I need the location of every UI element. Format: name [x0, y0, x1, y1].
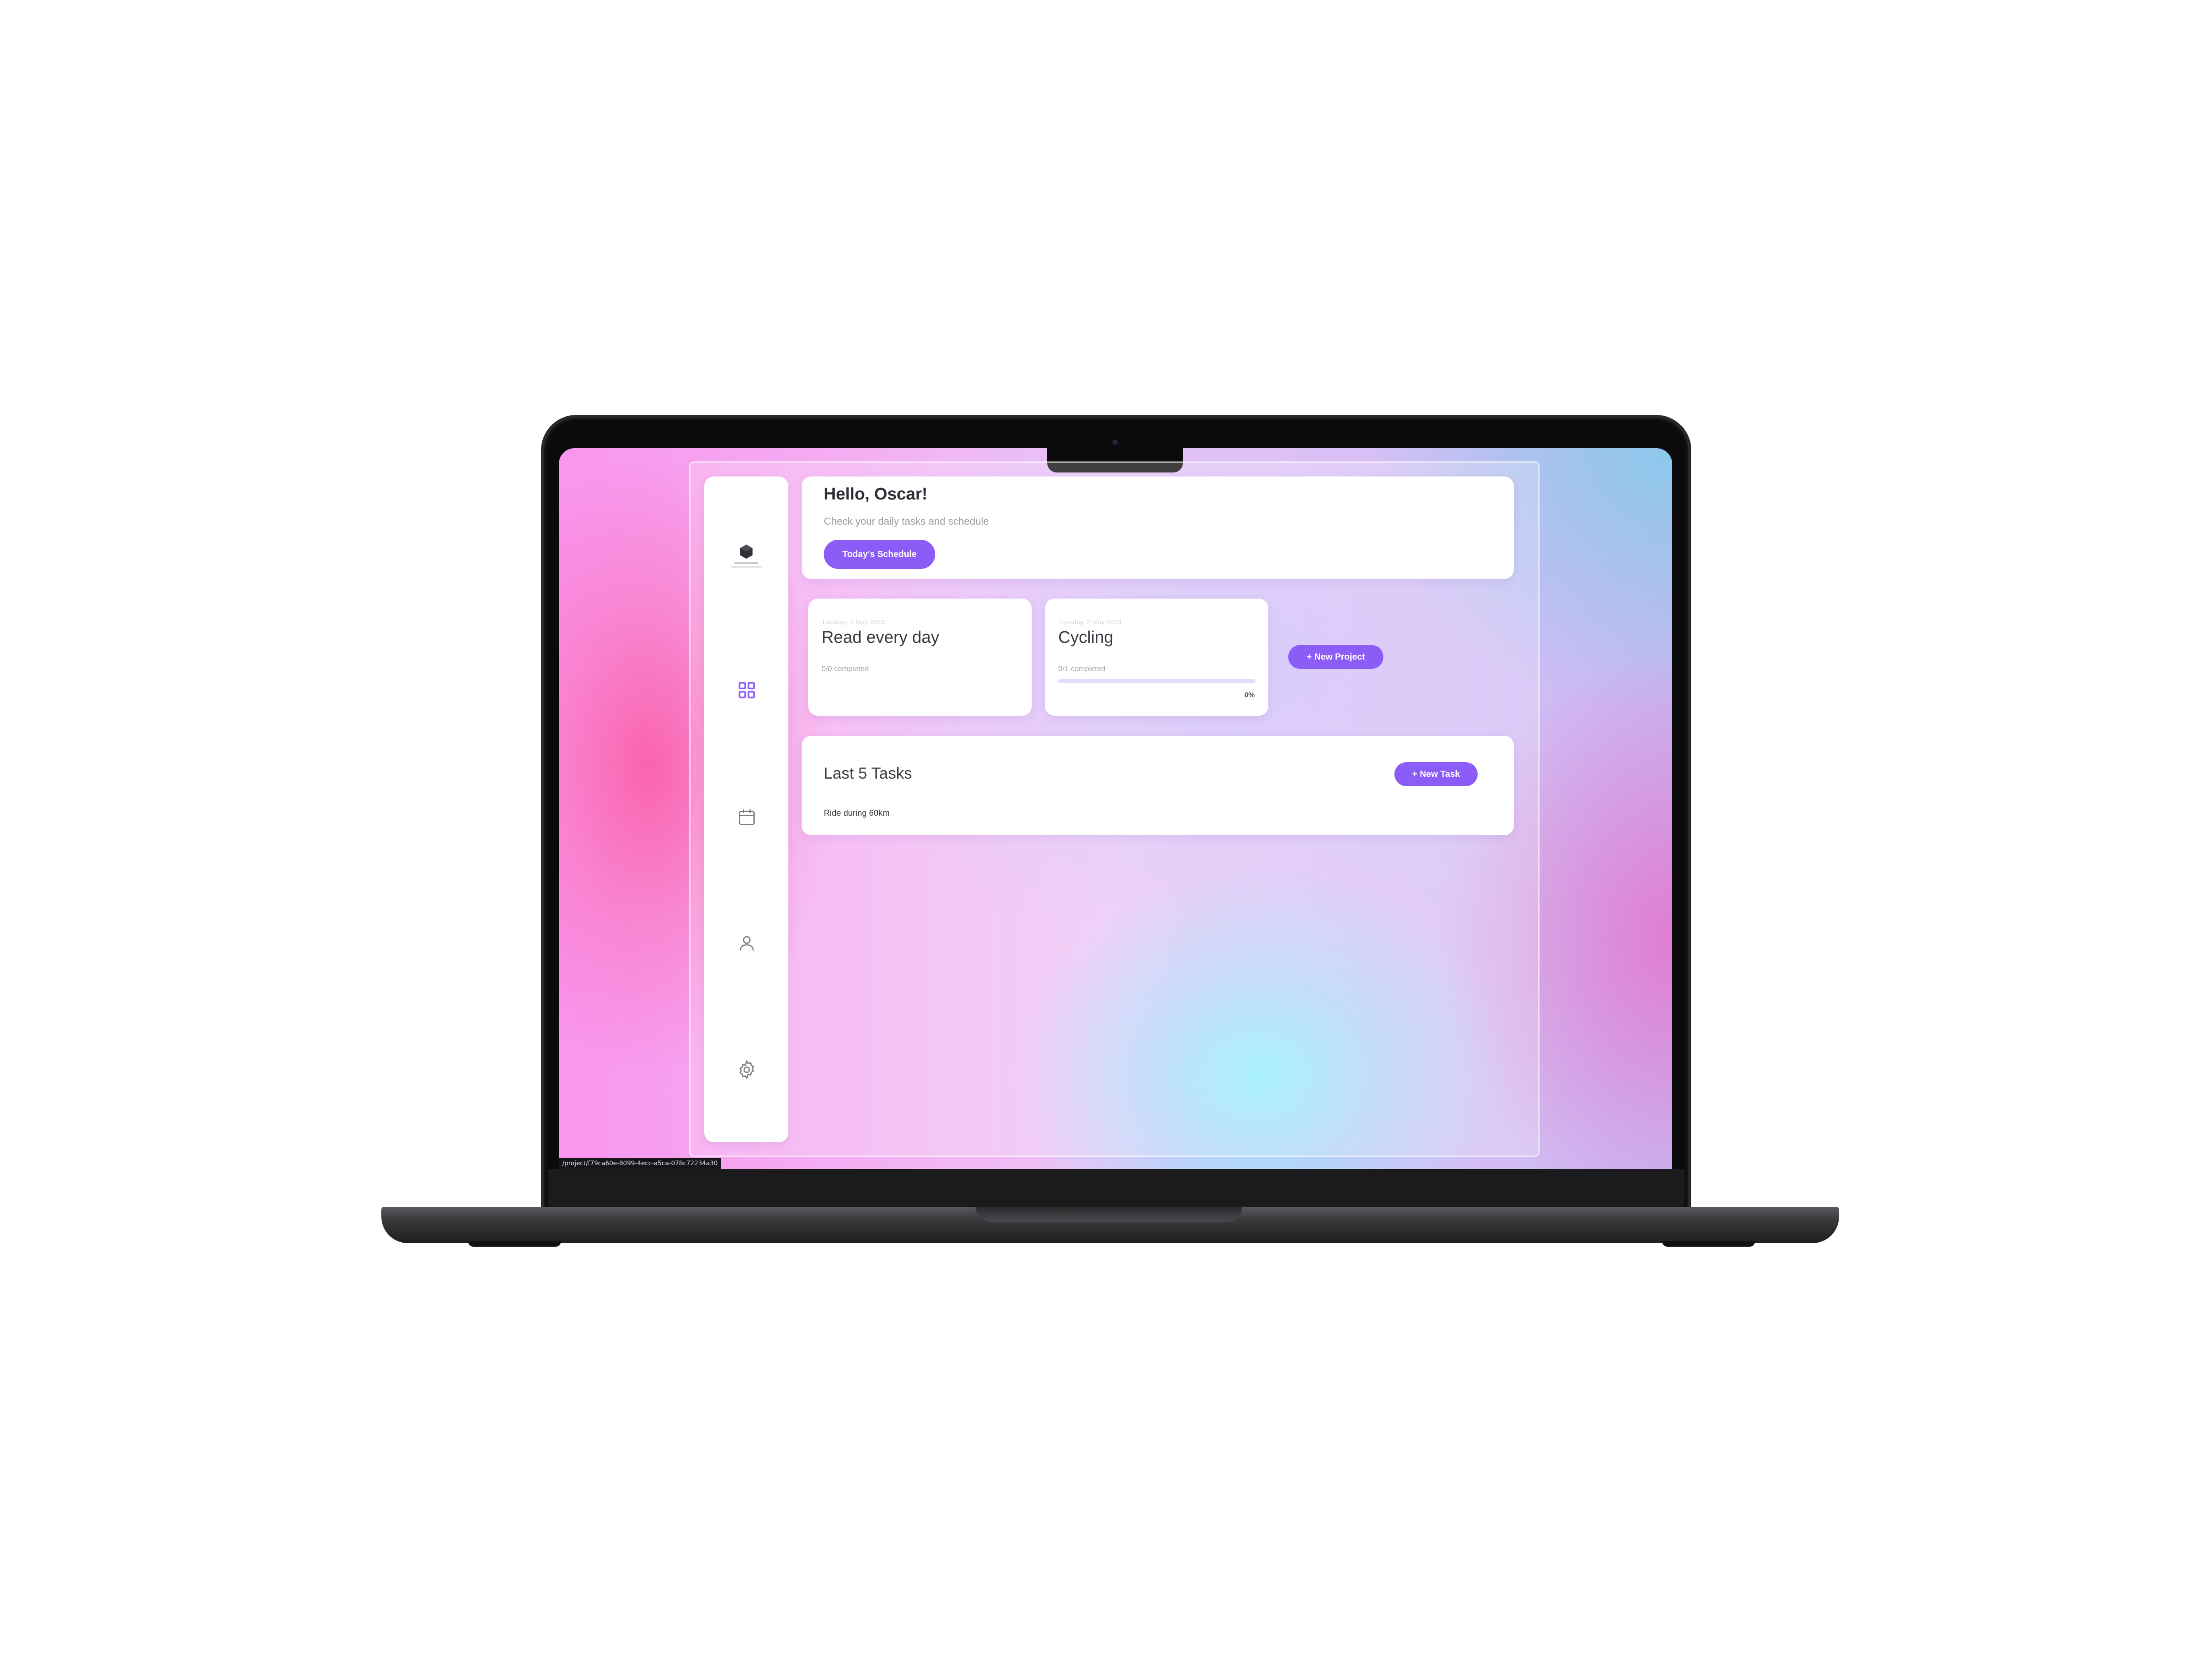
logo-wordmark [734, 562, 758, 564]
project-title: Cycling [1058, 628, 1114, 647]
camera-icon [1113, 440, 1118, 445]
hexagon-logo-icon[interactable] [740, 544, 753, 559]
logo-tagline [731, 566, 762, 568]
screen-bottom-bezel [548, 1169, 1685, 1207]
tasks-title: Last 5 Tasks [824, 764, 912, 782]
greeting-title: Hello, Oscar! [824, 485, 928, 503]
gear-icon[interactable] [736, 1059, 757, 1080]
laptop-foot-left [468, 1241, 561, 1247]
project-completed-count: 0/0 completed [822, 664, 869, 673]
project-progress-label: 0% [1244, 691, 1255, 699]
grid-icon[interactable] [737, 680, 757, 700]
project-date: Tuesday, 2 May 2023 [1058, 618, 1121, 626]
project-completed-count: 0/1 completed [1058, 664, 1106, 673]
laptop-foot-right [1662, 1241, 1755, 1247]
project-card[interactable] [1045, 599, 1268, 716]
project-progress-bar [1058, 679, 1256, 683]
project-date: Tuesday, 2 May 2023 [822, 618, 885, 626]
user-icon[interactable] [737, 933, 757, 953]
new-project-button[interactable]: + New Project [1288, 645, 1383, 669]
project-title: Read every day [822, 628, 940, 647]
calendar-icon[interactable] [737, 807, 757, 827]
new-task-button[interactable]: + New Task [1394, 762, 1478, 786]
status-url-tooltip: /project/f79ca60e-8099-4ecc-a5ca-078c722… [559, 1158, 722, 1169]
project-card[interactable] [808, 599, 1032, 716]
task-list-item[interactable]: Ride during 60km [824, 809, 890, 818]
todays-schedule-button[interactable]: Today's Schedule [824, 540, 935, 569]
laptop-lid-opening [975, 1207, 1242, 1222]
greeting-subtitle: Check your daily tasks and schedule [824, 515, 989, 527]
